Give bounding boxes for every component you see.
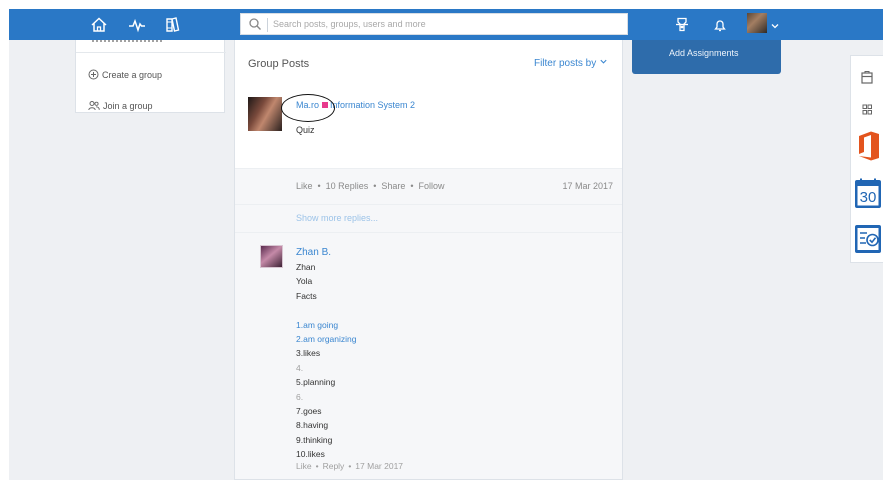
post-actions-bar: Like • 10 Replies • Share • Follow 17 Mar 2017 [235,168,622,205]
user-avatar[interactable] [747,13,767,33]
reply-line: 8.having [296,420,329,431]
separator-dot: • [348,461,352,471]
plus-circle-icon [88,69,99,80]
separator-dot: • [410,181,414,191]
group-actions-card: Create a group Join a group [75,40,226,113]
assignments-icon[interactable] [672,15,692,35]
post-date: 17 Mar 2017 [562,181,613,191]
show-more-replies-link[interactable]: Show more replies... [296,213,378,223]
divider [76,52,226,53]
reply-line: 9.thinking [296,434,333,445]
group-posts-panel: Group Posts Filter posts by Ma.ro Informa… [234,40,623,480]
join-group-link[interactable]: Join a group [88,100,153,111]
calendar-icon[interactable]: 30 [854,177,882,214]
reply-date: 17 Mar 2017 [355,461,404,471]
app-frame: Add Assignments Create a group Join a gr… [9,9,883,480]
create-group-link[interactable]: Create a group [88,69,162,80]
reply-line [296,303,356,317]
reply-body: Zhan Yola Facts 1.am going 2.am organizing 3.… [296,260,356,461]
filter-posts-label: Filter posts by [533,58,597,69]
reply-line: 10.likes [296,449,325,460]
group-posts-title: Group Posts [248,58,310,70]
search-separator [267,18,268,32]
office-icon[interactable] [855,130,881,167]
truncated-item [92,40,162,47]
library-icon[interactable] [164,15,184,35]
replies-link[interactable]: 10 Replies [326,181,369,191]
reply-author-name[interactable]: Zhan B. [296,247,331,258]
calendar-day-label: 30 [860,189,877,206]
follow-link[interactable]: Follow [419,181,445,191]
users-icon [88,101,100,111]
show-more-row: Show more replies... [235,205,622,233]
planner-icon[interactable] [854,223,882,260]
reply-line: 3.likes [296,348,321,359]
post-author-avatar[interactable] [248,97,282,131]
top-nav-bar [9,9,883,40]
app-launcher-strip: 30 [850,55,883,263]
reply-line: 5.planning [296,377,336,388]
separator-dot: • [373,181,377,191]
home-icon[interactable] [89,15,109,35]
annotation-circle [281,94,335,122]
reply-line: Zhan [296,262,316,272]
reply-line: Facts [296,290,317,301]
store-icon[interactable] [856,70,878,91]
reply-line: 7.goes [296,405,322,416]
reply-line: 1.am going [296,319,339,330]
reply-line: 6. [296,391,304,402]
share-link[interactable]: Share [381,181,405,191]
search-input[interactable] [273,15,613,33]
reply-item: Zhan B. Zhan Yola Facts 1.am going 2.am orga… [235,233,622,479]
chevron-down-icon[interactable] [770,18,780,29]
reply-like-link[interactable]: Like [296,461,312,471]
chevron-down-icon [600,59,607,64]
add-assignments-label[interactable]: Add Assignments [669,48,739,58]
separator-dot: • [315,461,319,471]
reply-line: Yola [296,276,313,287]
reply-line: 2.am organizing [296,333,357,344]
search-box[interactable] [240,13,628,35]
reply-line: 4. [296,362,304,373]
bell-icon[interactable] [710,15,730,35]
like-link[interactable]: Like [296,181,313,191]
post-body: Quiz [296,125,315,135]
activity-icon[interactable] [127,15,147,35]
filter-posts-dropdown[interactable]: Filter posts by [534,57,608,69]
join-group-label: Join a group [103,101,153,111]
post-actions: Like • 10 Replies • Share • Follow [296,181,445,191]
create-group-label: Create a group [102,70,163,80]
search-icon[interactable] [248,17,262,31]
reply-actions: Like • Reply • 17 Mar 2017 [296,461,403,471]
add-assignments-popover[interactable]: Add Assignments [632,40,781,74]
separator-dot: • [317,181,321,191]
reply-reply-link[interactable]: Reply [323,461,345,471]
reply-author-avatar[interactable] [260,245,283,268]
post-group-link[interactable]: Information System 2 [330,100,415,110]
grid-icon[interactable] [856,102,878,123]
